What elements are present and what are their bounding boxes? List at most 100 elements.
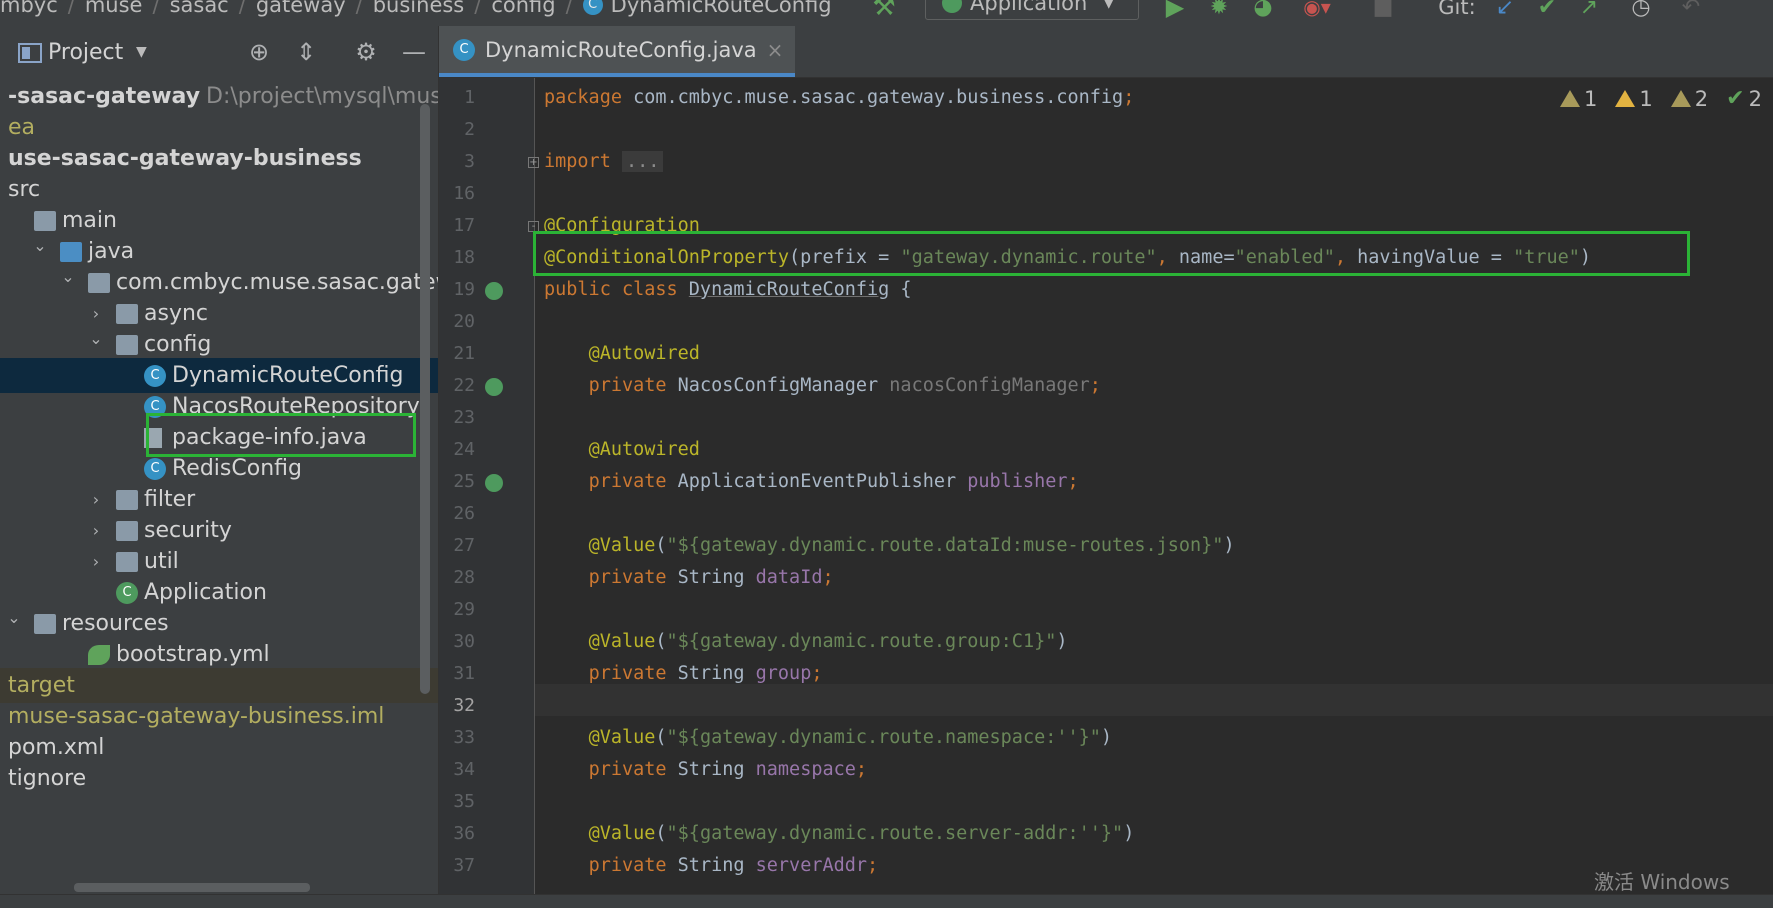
passed-count[interactable]: ✔ 2	[1726, 86, 1762, 111]
breadcrumb-separator: /	[565, 0, 573, 17]
tree-item[interactable]: use-sasac-gateway-business	[0, 141, 438, 176]
chevron-down-icon[interactable]: ⌄	[6, 600, 22, 635]
code-token: ;	[811, 663, 823, 684]
breadcrumb-separator: /	[152, 0, 160, 17]
chevron-right-icon[interactable]: ›	[88, 482, 104, 517]
git-push-icon[interactable]: ↗	[1574, 0, 1604, 24]
tree-item[interactable]: target	[0, 668, 438, 703]
tree-item[interactable]: src	[0, 172, 438, 207]
navigation-bar: mbyc / muse / sasac / gateway / business / config /…	[0, 0, 1773, 26]
horizontal-scrollbar[interactable]	[74, 883, 310, 892]
breadcrumb-item[interactable]: sasac	[170, 0, 229, 17]
typo-count[interactable]: 2	[1670, 87, 1708, 111]
tree-item[interactable]: ⌄ resources	[0, 606, 438, 641]
folder-icon	[116, 304, 138, 324]
breadcrumb-separator: /	[238, 0, 246, 17]
vertical-scrollbar[interactable]	[420, 104, 430, 694]
tree-item[interactable]: main	[0, 203, 438, 238]
tree-item[interactable]: › util	[0, 544, 438, 579]
tree-item[interactable]: › async	[0, 296, 438, 331]
tree-item-label: pom.xml	[8, 735, 105, 760]
code-token: private	[588, 471, 678, 492]
inspection-widget[interactable]: 1 1 2 ✔ 2	[1560, 86, 1762, 111]
code-token: @Autowired	[588, 343, 700, 364]
tree-item[interactable]: pom.xml	[0, 730, 438, 765]
chevron-down-icon[interactable]: ⌄	[60, 259, 76, 294]
tree-item[interactable]: tignore	[0, 761, 438, 796]
tree-item[interactable]: › security	[0, 513, 438, 548]
rollback-icon[interactable]: ↶	[1676, 0, 1706, 24]
tree-item[interactable]: bootstrap.yml	[0, 637, 438, 672]
git-commit-icon[interactable]: ✔	[1532, 0, 1562, 24]
breadcrumb-item[interactable]: DynamicRouteConfig	[611, 0, 832, 17]
highlight-box-annotation	[533, 231, 1690, 276]
history-icon[interactable]: ◷	[1626, 0, 1656, 24]
tree-item[interactable]: C Application	[0, 575, 438, 610]
code-line: public class DynamicRouteConfig {	[544, 274, 912, 306]
git-update-icon[interactable]: ↙	[1490, 0, 1520, 24]
warning-icon	[1615, 90, 1636, 107]
debug-icon[interactable]: ✹	[1202, 0, 1236, 24]
close-icon[interactable]: ×	[767, 38, 784, 62]
tree-item[interactable]: ea	[0, 110, 438, 145]
collapse-all-icon[interactable]: ⇕	[290, 36, 322, 68]
breadcrumb-item[interactable]: mbyc	[0, 0, 58, 17]
chevron-down-icon[interactable]: ⌄	[88, 321, 104, 356]
code-line: private String serverAddr;	[544, 850, 879, 882]
weak-warning-count[interactable]: 1	[1560, 87, 1597, 111]
run-with-coverage-icon[interactable]: ◕	[1246, 0, 1280, 24]
code-token: ;	[1067, 471, 1079, 492]
tab-dynamicrouteconfig[interactable]: C DynamicRouteConfig.java ×	[439, 26, 795, 77]
tree-item[interactable]: -sasac-gateway D:\project\mysql\muse-	[0, 79, 438, 114]
code-token: publisher	[967, 471, 1068, 492]
run-configuration-dropdown[interactable]: Application ▼	[925, 0, 1139, 20]
build-hammer-icon[interactable]: ⚒	[864, 0, 904, 24]
locate-target-icon[interactable]: ⊕	[243, 36, 275, 68]
breadcrumb: mbyc / muse / sasac / gateway / business / config /…	[0, 0, 832, 20]
code-token: String	[677, 855, 756, 876]
tab-label: DynamicRouteConfig.java	[485, 37, 757, 62]
code-line: private NacosConfigManager nacosConfigMa…	[544, 370, 1101, 402]
code-area[interactable]: package com.cmbyc.muse.sasac.gateway.bus…	[439, 78, 1773, 894]
java-class-icon: C	[582, 0, 603, 15]
chevron-right-icon[interactable]: ›	[88, 544, 104, 579]
warning-icon	[1560, 90, 1580, 107]
minimize-icon[interactable]: —	[398, 36, 430, 68]
folder-icon	[116, 335, 138, 355]
chevron-down-icon[interactable]: ⌄	[32, 228, 48, 263]
folder-icon	[116, 552, 138, 572]
tree-item[interactable]: › filter	[0, 482, 438, 517]
gear-icon[interactable]: ⚙	[350, 36, 382, 68]
tree-item-label: target	[8, 673, 75, 698]
breadcrumb-separator: /	[67, 0, 75, 17]
code-token: )	[1223, 535, 1235, 556]
warning-count[interactable]: 1	[1615, 87, 1653, 111]
chevron-right-icon[interactable]: ›	[88, 513, 104, 548]
breadcrumb-item[interactable]: gateway	[256, 0, 346, 17]
breadcrumb-item[interactable]: business	[373, 0, 465, 17]
chevron-down-icon[interactable]: ▼	[136, 44, 147, 60]
tree-item[interactable]: C DynamicRouteConfig	[0, 358, 438, 393]
stop-icon[interactable]: ■	[1368, 0, 1398, 24]
run-icon[interactable]: ▶	[1158, 0, 1192, 24]
code-line: private String group;	[544, 658, 823, 690]
code-token: private	[588, 759, 678, 780]
tree-item[interactable]: muse-sasac-gateway-business.iml	[0, 699, 438, 734]
code-token: private	[588, 375, 678, 396]
tree-item[interactable]: ⌄ config	[0, 327, 438, 362]
project-panel-title[interactable]: Project	[48, 40, 123, 65]
folder-icon	[116, 490, 138, 510]
code-token: (	[655, 727, 667, 748]
code-editor[interactable]: 1 2 3 +16 17-18 19 20 21 22 23 24 25 26 27 28 29 30 31 32 3…	[439, 78, 1773, 894]
tree-item-label: Application	[144, 580, 267, 605]
code-token: ;	[1089, 375, 1101, 396]
breadcrumb-item[interactable]: muse	[85, 0, 143, 17]
code-token: import	[544, 151, 622, 172]
breadcrumb-item[interactable]: config	[491, 0, 555, 17]
profile-dropdown-icon[interactable]: ◉▾	[1292, 0, 1342, 24]
code-line: package com.cmbyc.muse.sasac.gateway.bus…	[544, 82, 1134, 114]
tree-item[interactable]: ⌄com.cmbyc.muse.sasac.gateway.	[0, 265, 438, 300]
application-icon	[942, 0, 962, 13]
code-token: (	[655, 631, 667, 652]
